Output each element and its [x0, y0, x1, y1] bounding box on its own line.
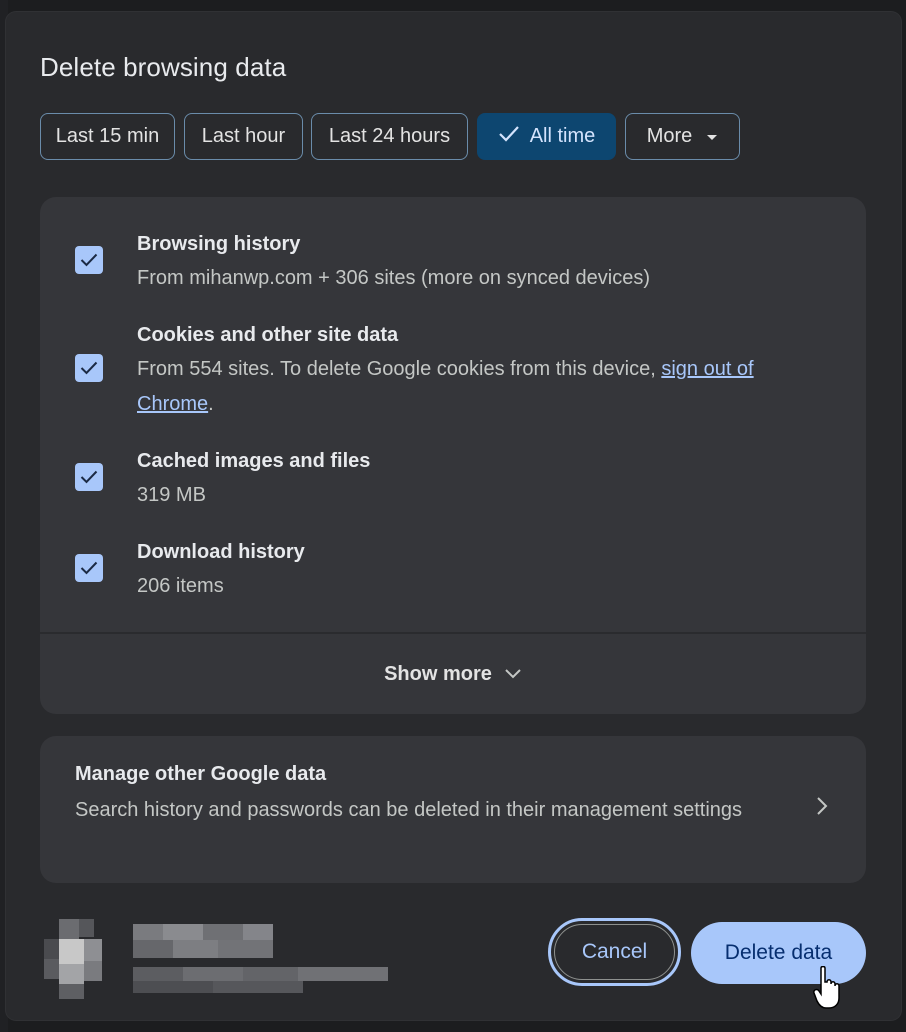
chip-label: Last 15 min	[55, 125, 160, 147]
item-description: From mihanwp.com + 306 sites (more on sy…	[137, 267, 650, 289]
checkmark-icon	[498, 125, 520, 149]
chip-label: Last 24 hours	[328, 125, 451, 147]
item-description-text: From 554 sites. To delete Google cookies…	[137, 358, 662, 380]
chip-label: All time	[529, 125, 596, 147]
caret-down-icon	[706, 125, 718, 148]
checkbox-checked-icon[interactable]	[75, 246, 103, 274]
checkbox-checked-icon[interactable]	[75, 554, 103, 582]
delete-label: Delete data	[724, 941, 833, 964]
cancel-button[interactable]: Cancel	[548, 918, 681, 986]
item-title: Browsing history	[137, 233, 301, 255]
item-title: Download history	[137, 541, 305, 563]
chip-last-hour[interactable]: Last hour	[184, 113, 303, 160]
delete-browsing-data-dialog: Delete browsing data Last 15 min Last ho…	[6, 12, 901, 1020]
show-more-label: Show more	[384, 662, 492, 685]
manage-title: Manage other Google data	[75, 763, 327, 785]
chip-label: More	[646, 125, 693, 147]
manage-google-data-row[interactable]: Manage other Google data Search history …	[40, 736, 866, 883]
chip-label: Last hour	[201, 125, 286, 147]
item-description-end: .	[208, 393, 214, 415]
dialog-title: Delete browsing data	[40, 52, 287, 82]
chip-last-15-min[interactable]: Last 15 min	[40, 113, 175, 160]
cancel-label: Cancel	[581, 940, 648, 963]
checkbox-checked-icon[interactable]	[75, 463, 103, 491]
account-email-blurred	[133, 967, 388, 993]
account-name-blurred	[133, 924, 273, 958]
manage-description: Search history and passwords can be dele…	[75, 799, 743, 821]
item-description: 319 MB	[137, 484, 206, 506]
chevron-right-icon	[816, 796, 828, 821]
account-avatar	[44, 919, 102, 999]
item-description: 206 items	[137, 575, 224, 597]
item-description: From 554 sites. To delete Google cookies…	[137, 352, 827, 422]
item-title: Cookies and other site data	[137, 324, 399, 346]
show-more-button[interactable]: Show more	[40, 634, 866, 714]
chip-all-time[interactable]: All time	[477, 113, 616, 160]
data-types-panel: Browsing history From mihanwp.com + 306 …	[40, 197, 866, 714]
item-title: Cached images and files	[137, 450, 371, 472]
chip-more[interactable]: More	[625, 113, 740, 160]
checkbox-checked-icon[interactable]	[75, 354, 103, 382]
chip-last-24-hours[interactable]: Last 24 hours	[311, 113, 468, 160]
chevron-down-icon	[504, 668, 522, 680]
hand-pointer-icon	[813, 966, 840, 1009]
